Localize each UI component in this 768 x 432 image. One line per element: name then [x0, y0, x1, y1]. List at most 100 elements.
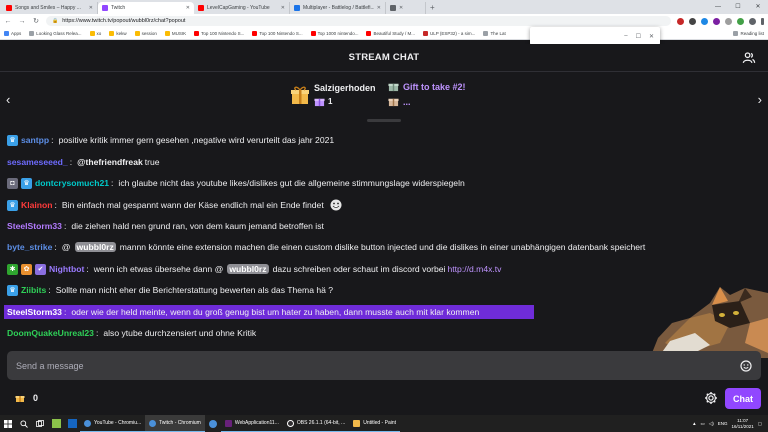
chat-colon: :: [111, 178, 114, 188]
task-view-icon[interactable]: [32, 415, 48, 432]
chat-mention[interactable]: wubbl0rz: [74, 242, 116, 252]
bookmark-item[interactable]: Top 1000 nintendo...: [310, 31, 358, 36]
url-input[interactable]: 🔒 https://www.twitch.tv/popout/wubbl0rz/…: [46, 16, 671, 26]
close-icon[interactable]: ✕: [89, 5, 93, 11]
bookmark-item[interactable]: Looking Glass Relea...: [29, 31, 82, 36]
browser-tab[interactable]: Songs and Smiles – Happy ... ✕: [2, 2, 98, 14]
language-indicator[interactable]: ENG: [718, 421, 728, 426]
gear-icon[interactable]: [704, 391, 718, 405]
close-icon[interactable]: ✕: [377, 5, 381, 11]
puzzle-icon[interactable]: [749, 17, 756, 25]
clock[interactable]: 11:07 16/11/2021: [732, 418, 754, 429]
notifications-icon[interactable]: ▢: [758, 421, 762, 427]
forward-icon[interactable]: →: [18, 18, 26, 25]
sub-badge-icon[interactable]: ♛: [7, 284, 18, 296]
extension-icon[interactable]: [713, 17, 720, 25]
browser-tab[interactable]: Multiplayer - Battlelog / Battlefi... ✕: [290, 2, 386, 14]
verified-bot-badge-icon[interactable]: ✱: [7, 263, 18, 275]
extension-icon[interactable]: [677, 17, 684, 25]
bookmark-item[interactable]: xo: [89, 31, 101, 36]
chat-username[interactable]: santpp: [21, 135, 49, 145]
gift-bar-handle[interactable]: [367, 119, 401, 122]
reload-icon[interactable]: ↻: [32, 17, 40, 25]
browser-tab[interactable]: ✕: [386, 2, 426, 14]
extension-icon[interactable]: [701, 17, 708, 25]
chat-username[interactable]: dontcrysomuch21: [35, 178, 109, 188]
grin-emote-icon[interactable]: [330, 199, 342, 211]
extension-icon[interactable]: [737, 17, 744, 25]
bookmark-item[interactable]: MUSIK: [164, 31, 186, 36]
chat-username[interactable]: DoomQuakeUnreal23: [7, 328, 94, 338]
sub-badge-icon[interactable]: ♛: [7, 199, 18, 211]
sub-badge-icon[interactable]: ♛: [7, 134, 18, 146]
bookmark-item[interactable]: kekw: [109, 31, 127, 36]
chat-input-box[interactable]: [7, 351, 761, 380]
bookmark-apps[interactable]: Apps: [4, 31, 21, 36]
taskbar-app[interactable]: Untitled - Paint: [349, 415, 401, 432]
close-icon[interactable]: ✕: [281, 5, 285, 11]
gift-badge-icon[interactable]: ✿: [21, 263, 32, 275]
bookmark-item[interactable]: Top 100 Nintendo S...: [252, 31, 303, 36]
app-icon[interactable]: [64, 415, 80, 432]
taskbar-app[interactable]: YouTube - Chromiu...: [80, 415, 146, 432]
chat-input[interactable]: [16, 360, 740, 371]
new-tab-button[interactable]: +: [426, 2, 439, 14]
maximize-icon[interactable]: ☐: [728, 0, 748, 14]
bookmark-item[interactable]: The Lat: [483, 31, 506, 36]
browser-tab[interactable]: LevelCapGaming - YouTube ✕: [194, 2, 290, 14]
minimize-icon[interactable]: –: [624, 33, 627, 39]
chat-username[interactable]: sesameseeed_: [7, 157, 68, 167]
chat-username[interactable]: SteelStorm33: [7, 221, 62, 231]
menu-dots-icon[interactable]: [761, 17, 764, 25]
bookmark-item[interactable]: Beautiful Study / M...: [366, 31, 415, 36]
browser-tab-active[interactable]: Twitch ✕: [98, 2, 194, 14]
chat-username[interactable]: Klainon: [21, 200, 53, 210]
chromium-icon[interactable]: [205, 415, 221, 432]
chevron-right-icon[interactable]: ›: [758, 93, 762, 106]
back-icon[interactable]: ←: [4, 18, 12, 25]
windows-taskbar: YouTube - Chromiu... Twitch - Chromium W…: [0, 415, 768, 432]
chat-mention[interactable]: @thefriendfreak: [77, 157, 143, 167]
windows-start-icon[interactable]: [0, 415, 16, 432]
send-chat-button[interactable]: Chat: [725, 388, 761, 409]
chat-username[interactable]: SteelStorm33: [7, 307, 62, 317]
taskbar-app[interactable]: WebApplication11...: [220, 415, 283, 432]
chat-username[interactable]: Nightbot: [49, 264, 84, 274]
maximize-icon[interactable]: ☐: [636, 33, 641, 40]
community-icon[interactable]: [742, 51, 756, 65]
chat-username[interactable]: byte_strike: [7, 242, 52, 252]
close-window-icon[interactable]: ✕: [748, 0, 768, 14]
extension-icon[interactable]: [689, 17, 696, 25]
extension-icon[interactable]: [725, 17, 732, 25]
chat-link[interactable]: http://d.m4x.tv: [448, 264, 502, 274]
sub-badge-icon[interactable]: ♛: [21, 177, 32, 189]
gifter-name: Salzigerhoden: [314, 83, 376, 93]
close-icon[interactable]: ✕: [186, 5, 190, 11]
bookmark-item[interactable]: ULP (ESP32) - a sim...: [423, 31, 475, 36]
tab-label: LevelCapGaming - YouTube: [207, 5, 270, 11]
bookmark-item[interactable]: session: [134, 31, 157, 36]
moderator-check-badge-icon[interactable]: ✔: [35, 263, 46, 275]
close-icon[interactable]: ✕: [399, 5, 403, 11]
chat-text: mannn könnte eine extension machen die e…: [119, 242, 646, 252]
app-icon[interactable]: [48, 415, 64, 432]
robot-badge-icon[interactable]: ◘: [7, 177, 18, 189]
network-icon[interactable]: ▭: [701, 421, 705, 427]
search-icon[interactable]: [16, 415, 32, 432]
chevron-left-icon[interactable]: ‹: [6, 93, 10, 106]
chat-username[interactable]: Ziibits: [21, 285, 46, 295]
taskbar-app[interactable]: OBS 26.1.1 (64-bit, ...: [282, 415, 350, 432]
chat-mention[interactable]: wubbl0rz: [227, 264, 269, 274]
taskbar-app-active[interactable]: Twitch - Chromium: [145, 415, 205, 432]
close-icon[interactable]: ✕: [649, 33, 654, 40]
bookmark-item[interactable]: Top 100 Nintendo S...: [194, 31, 244, 36]
chevron-up-icon[interactable]: ▲: [692, 421, 696, 426]
gift-count: 1: [328, 97, 333, 106]
volume-icon[interactable]: ◁): [709, 421, 714, 427]
channel-points[interactable]: 0: [15, 393, 38, 403]
folder-icon: [109, 31, 115, 36]
reading-list-button[interactable]: Reading list: [733, 31, 764, 36]
folder-icon: [89, 31, 95, 36]
minimize-icon[interactable]: —: [708, 0, 728, 14]
emote-picker-icon[interactable]: [740, 359, 752, 372]
